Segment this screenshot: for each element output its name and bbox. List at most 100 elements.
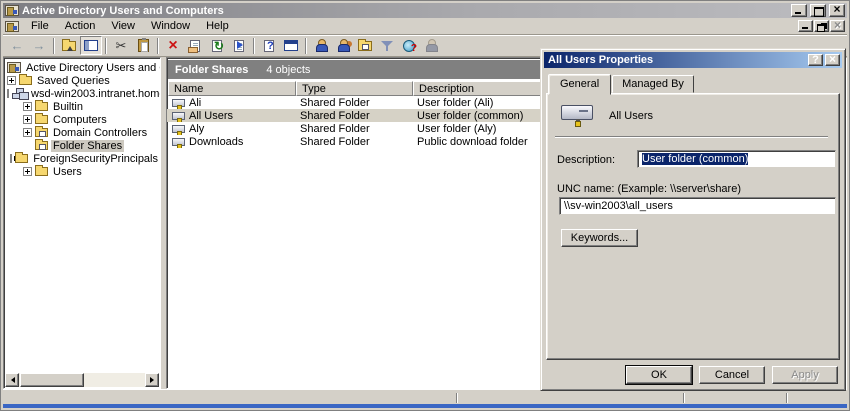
new-group-icon [337,39,349,52]
new-user-button[interactable] [310,36,332,55]
console-window-icon[interactable] [5,21,19,32]
selected-text: User folder (common) [642,153,748,165]
child-minimize-button[interactable] [798,20,813,32]
paste-icon [138,39,149,52]
menu-file[interactable]: File [23,18,57,34]
expand-icon[interactable] [23,115,32,124]
expand-icon[interactable] [23,102,32,111]
folder-icon [35,115,48,124]
cut-icon [116,38,127,54]
collapse-icon[interactable] [7,89,9,98]
expand-icon[interactable] [23,128,32,137]
menu-window[interactable]: Window [143,18,198,34]
apply-button[interactable]: Apply [772,366,838,384]
folder-icon [19,76,32,85]
refresh-icon [212,40,222,52]
tab-managed-by[interactable]: Managed By [612,75,694,93]
child-close-button[interactable] [830,20,845,32]
find-button[interactable] [398,36,420,55]
minimize-button[interactable] [791,4,807,17]
back-icon: ← [11,39,24,52]
cancel-button[interactable]: Cancel [699,366,765,384]
ok-button[interactable]: OK [626,366,692,384]
new-ou-icon [358,41,372,51]
separator [555,136,828,138]
app-icon [5,5,19,16]
up-one-level-icon [62,41,76,51]
tree-item-domain[interactable]: wsd-win2003.intranet.home [7,87,160,100]
new-group-button[interactable] [332,36,354,55]
expand-icon[interactable] [7,76,16,85]
filter-button[interactable] [376,36,398,55]
folder-icon [35,102,48,111]
ou-folder-icon [35,128,48,137]
disabled-action-button[interactable] [420,36,442,55]
tree-item-builtin[interactable]: Builtin [7,100,160,113]
column-header-type[interactable]: Type [296,81,413,96]
toolbar-separator [53,38,55,54]
tree-item-foreign-security-principals[interactable]: ForeignSecurityPrincipals [7,152,160,165]
close-button[interactable] [829,4,845,17]
tree-item-saved-queries[interactable]: Saved Queries [7,74,160,87]
export-list-icon [234,40,244,52]
forward-button[interactable]: → [28,36,50,55]
keywords-button[interactable]: Keywords... [561,229,638,247]
filter-icon [381,40,394,52]
banner-title: Folder Shares [175,64,248,76]
tree-horizontal-scrollbar[interactable] [5,373,159,387]
properties-button[interactable] [184,36,206,55]
domain-icon [12,88,26,99]
expand-icon[interactable] [10,154,12,163]
folder-icon [35,167,48,176]
tree-item-users[interactable]: Users [7,165,160,178]
up-one-level-button[interactable] [58,36,80,55]
toolbar-separator [157,38,159,54]
menu-help[interactable]: Help [198,18,237,34]
delete-button[interactable] [162,36,184,55]
help-button[interactable] [258,36,280,55]
show-hide-console-tree-button[interactable] [80,36,102,55]
menu-action[interactable]: Action [57,18,104,34]
back-button[interactable]: ← [6,36,28,55]
description-label: Description: [557,154,615,166]
tab-general[interactable]: General [548,74,611,95]
dialog-titlebar[interactable]: All Users Properties [544,52,842,68]
menu-bar: File Action View Window Help [3,18,847,35]
scroll-left-button[interactable] [5,373,19,387]
expand-icon[interactable] [23,167,32,176]
properties-dialog: All Users Properties General Managed By … [540,48,846,391]
tree-item-root[interactable]: Active Directory Users and Computers [7,61,160,74]
maximize-button[interactable] [810,4,826,17]
desktop-edge [3,404,847,408]
tree-item-computers[interactable]: Computers [7,113,160,126]
window-titlebar[interactable]: Active Directory Users and Computers [3,3,847,18]
menu-view[interactable]: View [103,18,143,34]
new-ou-button[interactable] [354,36,376,55]
context-help-button[interactable] [808,54,823,66]
status-bar [3,389,847,404]
dialog-buttons: OK Cancel Apply [544,360,842,387]
shared-folder-icon [172,125,185,133]
child-restore-button[interactable] [814,20,829,32]
new-user-icon [315,39,327,52]
window-title: Active Directory Users and Computers [22,5,788,17]
disabled-action-icon [425,39,437,52]
folder-icon [15,154,28,163]
export-list-button[interactable] [228,36,250,55]
tree-item-domain-controllers[interactable]: Domain Controllers [7,126,160,139]
properties-icon [190,40,200,52]
scroll-right-button[interactable] [145,373,159,387]
toolbar-separator [105,38,107,54]
dialog-close-button[interactable] [825,54,840,66]
column-header-name[interactable]: Name [168,81,296,96]
paste-button[interactable] [132,36,154,55]
unc-name-field[interactable] [559,197,836,215]
console-tree: Active Directory Users and Computers Sav… [4,58,160,178]
new-window-button[interactable] [280,36,302,55]
scrollbar-thumb[interactable] [20,373,84,387]
find-icon [403,40,415,52]
description-field[interactable]: User folder (common) [637,150,836,168]
cut-button[interactable] [110,36,132,55]
refresh-button[interactable] [206,36,228,55]
tree-item-folder-shares[interactable]: Folder Shares [7,139,160,152]
